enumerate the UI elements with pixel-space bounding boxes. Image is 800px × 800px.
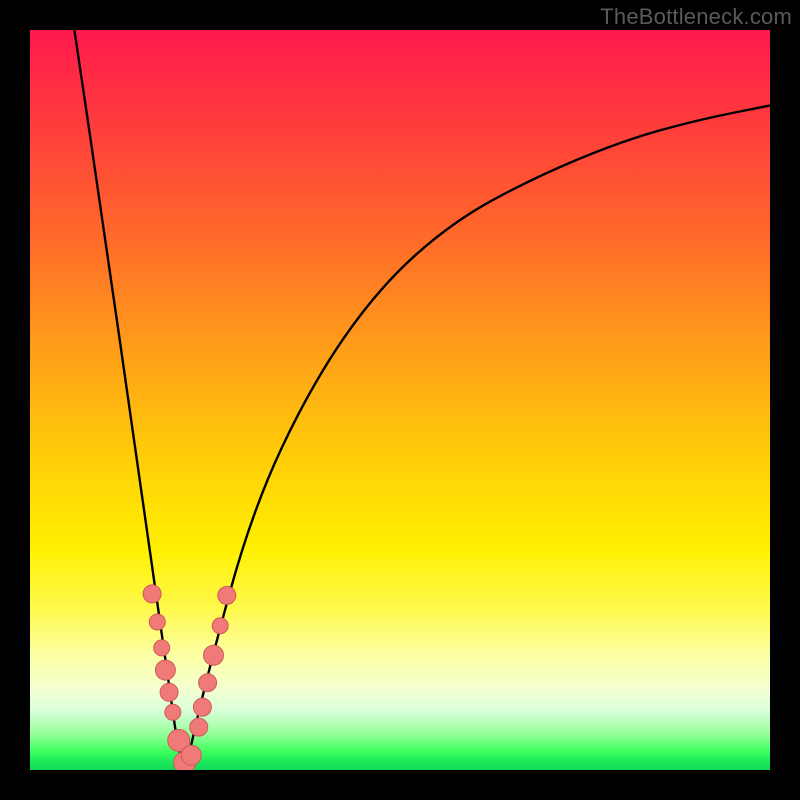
marker-dot — [193, 698, 211, 716]
right-branch-path — [185, 105, 770, 770]
marker-dot — [160, 683, 178, 701]
marker-group — [143, 585, 236, 770]
marker-dot — [149, 614, 165, 630]
curve-right-branch — [185, 105, 770, 770]
marker-dot — [218, 586, 236, 604]
chart-frame: TheBottleneck.com — [0, 0, 800, 800]
marker-dot — [212, 618, 228, 634]
attribution-label: TheBottleneck.com — [600, 4, 792, 30]
marker-dot — [143, 585, 161, 603]
left-branch-path — [74, 30, 185, 770]
marker-dot — [165, 704, 181, 720]
marker-dot — [204, 645, 224, 665]
marker-dot — [154, 640, 170, 656]
marker-dot — [199, 674, 217, 692]
marker-dot — [181, 745, 201, 765]
plot-area — [30, 30, 770, 770]
chart-svg — [30, 30, 770, 770]
curve-left-branch — [74, 30, 185, 770]
marker-dot — [155, 660, 175, 680]
marker-dot — [190, 718, 208, 736]
